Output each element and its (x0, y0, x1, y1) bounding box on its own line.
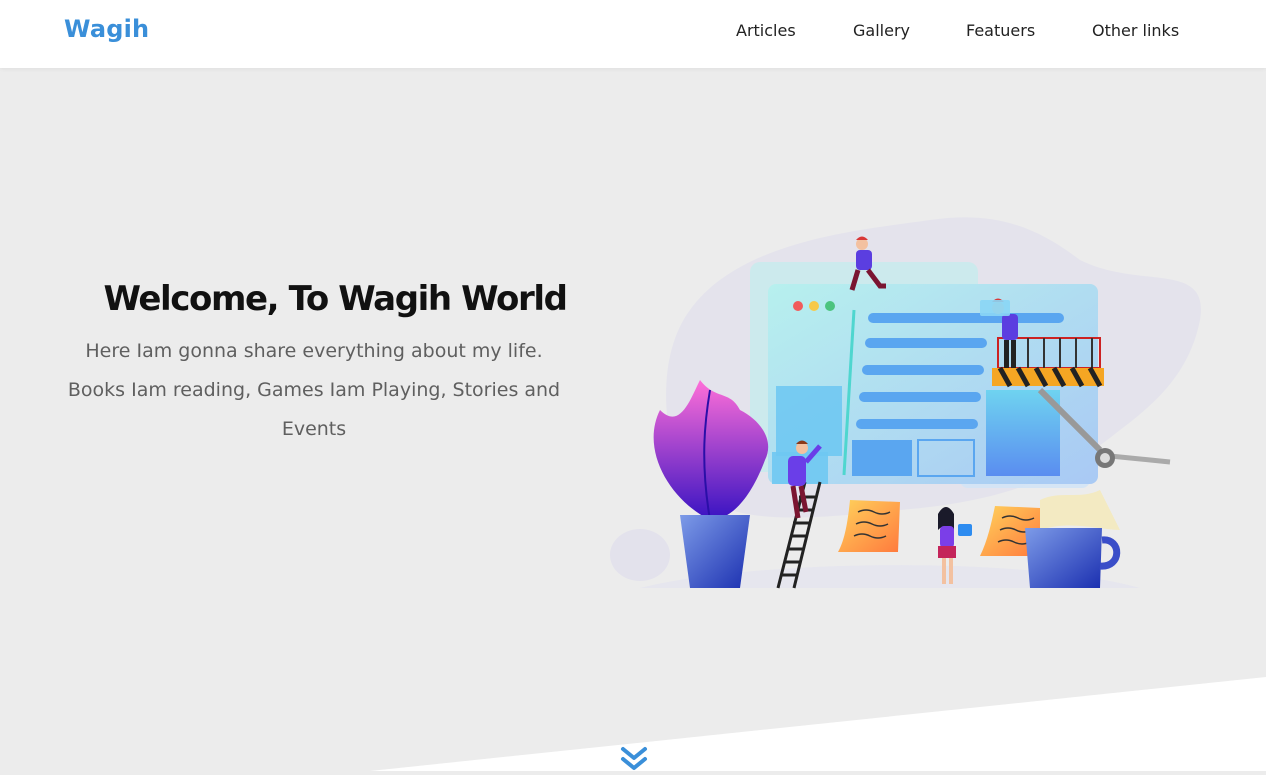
double-chevron-down-icon (621, 747, 647, 770)
window-dot-red (793, 301, 803, 311)
site-header: Wagih Articles Gallery Featuers Other li… (0, 0, 1266, 68)
nav-link-articles[interactable]: Articles (736, 21, 796, 40)
window-dot-yellow (809, 301, 819, 311)
main-nav: Articles Gallery Featuers Other links (0, 21, 1266, 45)
nav-link-featuers[interactable]: Featuers (966, 21, 1035, 40)
coffee-mug (1025, 528, 1102, 588)
nav-link-gallery[interactable]: Gallery (853, 21, 910, 40)
screen-card (776, 386, 842, 456)
scroll-down-button[interactable] (619, 745, 649, 771)
plant-pot (680, 515, 750, 588)
nav-link-other-links[interactable]: Other links (1092, 21, 1179, 40)
background-blob-small (610, 529, 670, 581)
hero-title: Welcome, To Wagih World (103, 279, 568, 319)
hero-description: Here Iam gonna share everything about my… (67, 340, 561, 440)
window-dot-green (825, 301, 835, 311)
hero-illustration (610, 217, 1201, 589)
